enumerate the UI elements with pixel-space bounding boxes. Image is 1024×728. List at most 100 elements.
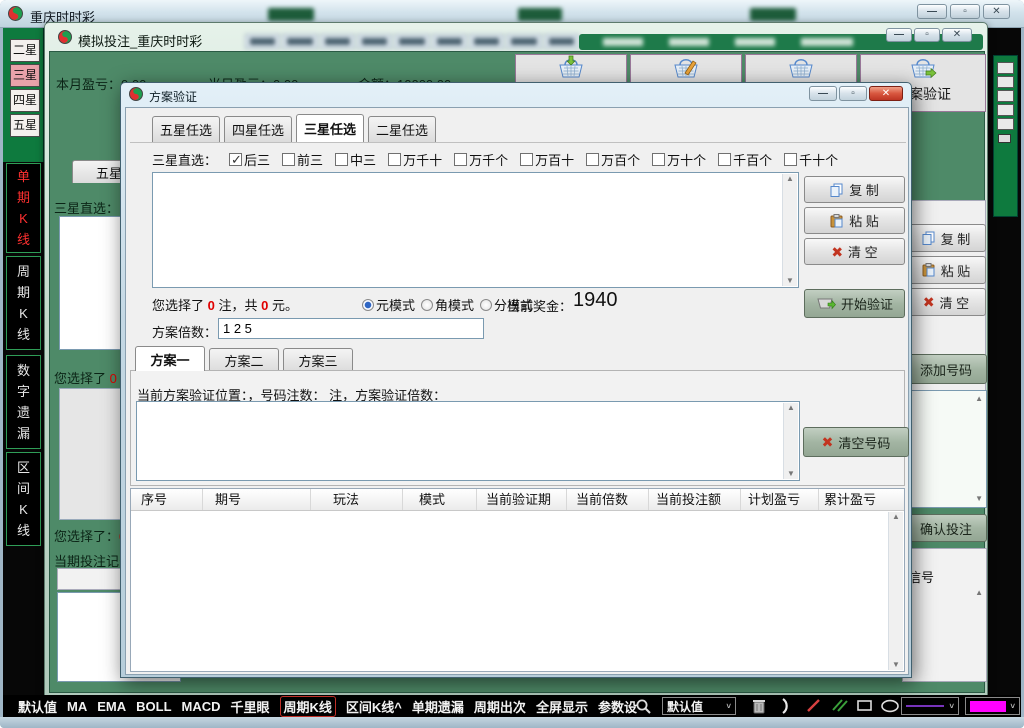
column-header[interactable]: 模式 xyxy=(403,489,477,510)
edge-cell[interactable] xyxy=(997,76,1014,88)
clear-numbers-button[interactable]: ✖ 清空号码 xyxy=(803,427,909,457)
radio-icon[interactable] xyxy=(480,299,492,311)
column-header[interactable]: 期号 xyxy=(203,489,311,510)
scrollbar[interactable]: ▲▼ xyxy=(783,403,798,479)
trash-icon[interactable] xyxy=(752,698,766,714)
edge-cell[interactable] xyxy=(997,62,1014,74)
bottom-item-macd[interactable]: MACD xyxy=(182,699,221,714)
numbers-textarea[interactable]: ▲▼ xyxy=(152,172,799,288)
dialog-minimize-button[interactable]: — xyxy=(809,86,837,101)
bottom-item-ema[interactable]: EMA xyxy=(97,699,126,714)
checkbox-icon[interactable] xyxy=(718,153,731,166)
dialog-close-button[interactable]: ✕ xyxy=(869,86,903,101)
bottom-item-ma[interactable]: MA xyxy=(67,699,87,714)
scroll-down-icon[interactable]: ▼ xyxy=(975,495,983,503)
star-tab-5[interactable]: 五星 xyxy=(10,114,40,137)
checkbox-icon[interactable] xyxy=(586,153,599,166)
checkbox-wqg[interactable]: 万千个 xyxy=(454,150,508,169)
tab-four-star-any[interactable]: 四星任选 xyxy=(224,116,292,142)
dialog-maximize-button[interactable]: ▫ xyxy=(839,86,867,101)
plan-textarea[interactable]: ▲▼ xyxy=(136,401,800,481)
bottom-item-default[interactable]: 默认值 xyxy=(18,697,57,716)
checkbox-hou3[interactable]: 后三 xyxy=(229,150,270,169)
column-header[interactable]: 玩法 xyxy=(311,489,403,510)
bottom-item-params[interactable]: 参数设 xyxy=(598,697,637,716)
sidebar-item-single-kline[interactable]: 单期K线 xyxy=(6,163,41,253)
line-tool-icon[interactable] xyxy=(806,697,822,714)
column-header[interactable]: 序号 xyxy=(131,489,203,510)
column-header[interactable]: 累计盈亏 xyxy=(819,489,889,510)
tab-five-star-any[interactable]: 五星任选 xyxy=(152,116,220,142)
edge-cell[interactable] xyxy=(997,104,1014,116)
checkbox-qbg[interactable]: 千百个 xyxy=(718,150,772,169)
checkbox-icon[interactable] xyxy=(282,153,295,166)
sim-maximize-button[interactable]: ▫ xyxy=(914,28,940,42)
start-verify-button[interactable]: 开始验证 xyxy=(804,289,905,318)
scroll-up-icon[interactable]: ▲ xyxy=(892,513,900,521)
checkbox-wbs[interactable]: 万百十 xyxy=(520,150,574,169)
checkbox-zhong3[interactable]: 中三 xyxy=(335,150,376,169)
dialog-copy-button[interactable]: 复 制 xyxy=(804,176,905,203)
dialog-clear-button[interactable]: ✖ 清 空 xyxy=(804,238,905,265)
checkbox-wqs[interactable]: 万千十 xyxy=(388,150,442,169)
scrollbar[interactable]: ▲▼ xyxy=(888,512,903,670)
bottom-item-fullscreen[interactable]: 全屏显示 xyxy=(536,697,588,716)
bottom-item-period-count[interactable]: 周期出次 xyxy=(474,697,526,716)
outer-minimize-button[interactable]: — xyxy=(917,4,947,19)
bottom-item-range-kline[interactable]: 区间K线^ xyxy=(346,697,402,716)
scrollbar[interactable]: ▲▼ xyxy=(782,174,797,286)
scroll-down-icon[interactable]: ▼ xyxy=(786,277,794,285)
radio-yuan-mode[interactable]: 元模式 xyxy=(362,295,415,314)
star-tab-3[interactable]: 三星 xyxy=(10,64,40,87)
checkbox-wbg[interactable]: 万百个 xyxy=(586,150,640,169)
scroll-up-icon[interactable]: ▲ xyxy=(975,395,983,403)
checkbox-qian3[interactable]: 前三 xyxy=(282,150,323,169)
checkbox-icon[interactable] xyxy=(454,153,467,166)
checkbox-icon[interactable] xyxy=(520,153,533,166)
add-numbers-button[interactable]: 添加号码 xyxy=(905,354,987,384)
column-header[interactable]: 当前验证期 xyxy=(477,489,567,510)
bottom-item-single-miss[interactable]: 单期遗漏 xyxy=(412,697,464,716)
magnifier-icon[interactable] xyxy=(635,698,652,715)
checkbox-icon[interactable] xyxy=(388,153,401,166)
outer-close-button[interactable]: ✕ xyxy=(983,4,1010,19)
radio-jiao-mode[interactable]: 角模式 xyxy=(421,295,474,314)
dialog-paste-button[interactable]: 粘 贴 xyxy=(804,207,905,234)
radio-icon[interactable] xyxy=(421,299,433,311)
sim-close-button[interactable]: ✕ xyxy=(942,28,972,42)
paste-button-main[interactable]: 粘 贴 xyxy=(906,256,986,284)
scroll-down-icon[interactable]: ▼ xyxy=(787,470,795,478)
radio-icon[interactable] xyxy=(362,299,374,311)
copy-button-main[interactable]: 复 制 xyxy=(906,224,986,252)
scroll-down-icon[interactable]: ▼ xyxy=(892,661,900,669)
checkbox-icon[interactable] xyxy=(784,153,797,166)
ellipse-tool-icon[interactable] xyxy=(880,699,900,713)
plan-multiple-input[interactable] xyxy=(218,318,484,339)
edge-cell[interactable] xyxy=(997,90,1014,102)
tab-plan-2[interactable]: 方案二 xyxy=(209,348,279,371)
column-header[interactable]: 计划盈亏 xyxy=(741,489,819,510)
sidebar-item-digit-miss[interactable]: 数字遗漏 xyxy=(6,355,41,449)
bottom-item-boll[interactable]: BOLL xyxy=(136,699,171,714)
line-style-dropdown[interactable]: ˅ xyxy=(901,697,959,715)
color-picker-dropdown[interactable]: ˅ xyxy=(965,697,1020,715)
outer-maximize-button[interactable]: ▫ xyxy=(950,4,980,19)
column-header[interactable]: 当前投注额 xyxy=(649,489,741,510)
sidebar-item-period-kline[interactable]: 周期K线 xyxy=(6,256,41,350)
arc-tool-icon[interactable] xyxy=(778,697,796,715)
tab-three-star-any[interactable]: 三星任选 xyxy=(296,114,364,142)
bottom-item-period-kline[interactable]: 周期K线 xyxy=(280,696,336,717)
sim-minimize-button[interactable]: — xyxy=(886,28,912,42)
sidebar-item-range-kline[interactable]: 区间K线 xyxy=(6,452,41,546)
checkbox-icon[interactable] xyxy=(229,153,242,166)
checkbox-qsg[interactable]: 千十个 xyxy=(784,150,838,169)
edge-cell[interactable] xyxy=(997,118,1014,130)
scroll-up-icon[interactable]: ▲ xyxy=(787,404,795,412)
checkbox-wsg[interactable]: 万十个 xyxy=(652,150,706,169)
tab-two-star-any[interactable]: 二星任选 xyxy=(368,116,436,142)
star-tab-4[interactable]: 四星 xyxy=(10,89,40,112)
tab-plan-3[interactable]: 方案三 xyxy=(283,348,353,371)
indicator-dropdown[interactable]: 默认值˅ xyxy=(662,697,736,715)
checkbox-icon[interactable] xyxy=(335,153,348,166)
column-header[interactable]: 当前倍数 xyxy=(567,489,649,510)
